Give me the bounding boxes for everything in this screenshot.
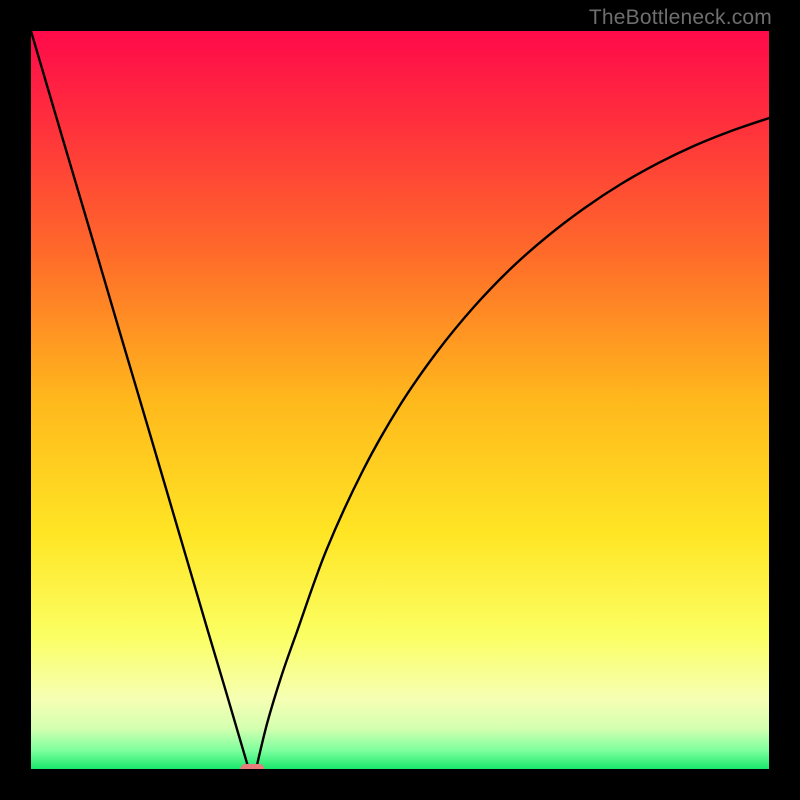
watermark-text: TheBottleneck.com — [589, 6, 772, 30]
chart-frame — [31, 31, 769, 769]
bottleneck-marker — [240, 764, 264, 769]
bottleneck-chart — [31, 31, 769, 769]
gradient-background — [31, 31, 769, 769]
